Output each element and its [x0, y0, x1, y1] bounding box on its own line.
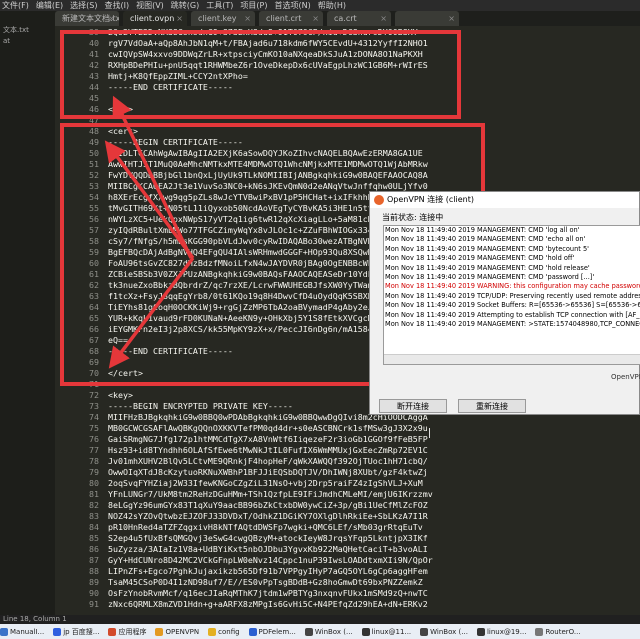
log-line: Mon Nov 18 11:49:40 2019 MANAGEMENT: CMD…	[385, 235, 586, 244]
taskbar-item[interactable]: 应用程序	[108, 627, 146, 637]
connection-status: 当前状态: 连接中	[382, 213, 444, 222]
taskbar-item[interactable]: jp 百度搜...	[53, 627, 99, 637]
taskbar-item[interactable]: OPENVPN	[155, 627, 200, 636]
log-line: Mon Nov 18 11:49:40 2019 MANAGEMENT: CMD…	[385, 263, 590, 272]
dialog-title: OpenVPN 连接 (client)	[387, 195, 474, 204]
app-icon	[53, 627, 62, 636]
taskbar-item[interactable]: WinBox (...	[304, 627, 353, 636]
log-line: Mon Nov 18 11:49:40 2019 MANAGEMENT: CMD…	[385, 244, 589, 253]
taskbar-item[interactable]: linux@11...	[361, 627, 412, 636]
dialog-footer-label: OpenVPN	[611, 373, 640, 381]
log-line: Mon Nov 18 11:49:40 2019 MANAGEMENT: CMD…	[385, 273, 595, 282]
arrow-to-cert-end	[108, 256, 195, 369]
taskbar-label: jp 百度搜...	[63, 627, 100, 636]
taskbar-label: 应用程序	[118, 627, 147, 636]
arrow-to-cert	[104, 140, 195, 260]
horizontal-scrollbar[interactable]	[384, 354, 640, 364]
taskbar-item[interactable]: PDFelem...	[248, 627, 296, 636]
app-icon	[476, 627, 485, 636]
log-line: Mon Nov 18 11:49:40 2019 Socket Buffers:…	[385, 301, 640, 310]
mouse-cursor	[429, 428, 430, 438]
taskbar-item[interactable]: config	[208, 627, 240, 636]
log-line: Mon Nov 18 11:49:40 2019 Attempting to e…	[385, 310, 640, 319]
taskbar-label: linux@19...	[486, 627, 527, 636]
app-icon	[248, 627, 257, 636]
taskbar-label: PDFelem...	[258, 627, 296, 636]
taskbar-label: config	[218, 627, 240, 636]
log-line: Mon Nov 18 11:49:40 2019 MANAGEMENT: CMD…	[385, 226, 580, 234]
taskbar-item[interactable]: WinBox (...	[420, 627, 468, 636]
log-line: Mon Nov 18 11:49:40 2019 TCP/UDP: Preser…	[385, 291, 640, 300]
app-icon	[420, 627, 429, 636]
disconnect-button[interactable]: 断开连接	[379, 399, 447, 413]
taskbar-item[interactable]: RouterO...	[535, 627, 581, 636]
taskbar-label: linux@11...	[371, 627, 412, 636]
taskbar-item[interactable]: linux@19...	[476, 627, 527, 636]
taskbar-label: OPENVPN	[165, 627, 200, 636]
taskbar: ManualI... jp 百度搜... 应用程序 OPENVPN config PDFe…	[0, 624, 640, 639]
reconnect-button[interactable]: 重新连接	[458, 399, 526, 413]
app-icon	[361, 627, 370, 636]
arrow-to-ca	[112, 95, 193, 259]
taskbar-label: WinBox (...	[314, 627, 353, 636]
status-bar: Line 18, Column 1	[0, 615, 640, 624]
taskbar-label: WinBox (...	[430, 627, 468, 636]
taskbar-label: ManualI...	[10, 627, 45, 636]
openvpn-dialog: OpenVPN 连接 (client) 当前状态: 连接中 Mon Nov 18…	[369, 191, 640, 415]
taskbar-label: RouterO...	[545, 627, 581, 636]
log-line: Mon Nov 18 11:49:40 2019 MANAGEMENT: >ST…	[385, 320, 640, 329]
app-icon	[108, 627, 117, 636]
taskbar-item[interactable]: ManualI...	[0, 627, 45, 636]
app-icon	[155, 627, 164, 636]
app-icon	[535, 627, 544, 636]
log-line: Mon Nov 18 11:49:40 2019 MANAGEMENT: CMD…	[385, 254, 575, 263]
app-icon	[0, 627, 8, 636]
log-view[interactable]: Mon Nov 18 11:49:40 2019 MANAGEMENT: CMD…	[383, 225, 640, 365]
log-line: Mon Nov 18 11:49:40 2019 WARNING: this c…	[385, 282, 640, 291]
dialog-title-bar[interactable]: OpenVPN 连接 (client)	[370, 192, 639, 208]
app-icon	[304, 627, 313, 636]
openvpn-icon	[374, 195, 384, 205]
app-icon	[208, 627, 217, 636]
